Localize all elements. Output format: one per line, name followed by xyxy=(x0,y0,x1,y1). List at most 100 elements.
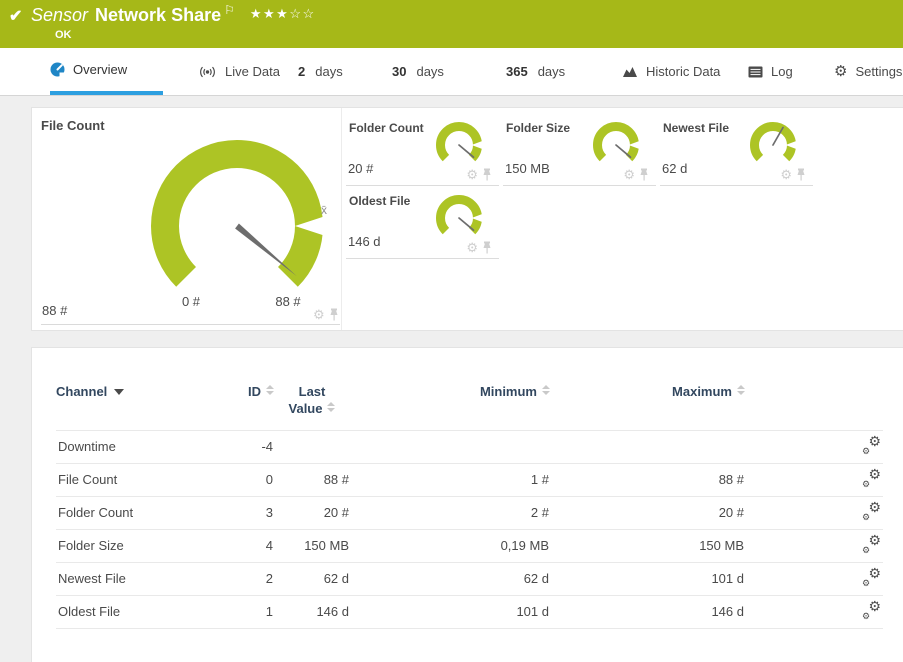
tab-365-days[interactable]: 365 days xyxy=(506,48,565,95)
channel-id: 2 xyxy=(241,562,274,595)
sort-icon xyxy=(266,385,274,395)
column-header-last-value[interactable]: Last Value xyxy=(274,384,350,430)
tab-label: Settings xyxy=(855,64,902,79)
tab-label: Historic Data xyxy=(646,64,720,79)
channel-settings-icon[interactable]: ⚙⚙ xyxy=(862,503,881,520)
column-label: Last xyxy=(299,384,326,399)
small-gauges-grid: Folder Count 20 # ⚙ Folder Size 150 MB xyxy=(342,108,903,330)
sort-desc-icon xyxy=(114,389,124,395)
sort-icon xyxy=(327,402,335,412)
channel-name: File Count xyxy=(56,463,241,496)
gauge-current-value: 62 d xyxy=(662,161,687,176)
gauge-current-value: 150 MB xyxy=(505,161,550,176)
channel-maximum: 88 # xyxy=(550,463,745,496)
channel-minimum: 1 # xyxy=(350,463,550,496)
gauge-title: File Count xyxy=(41,118,105,133)
file-count-gauge-dial xyxy=(132,121,342,293)
gear-icon: ⚙ xyxy=(868,500,881,514)
gauge-settings-gear-icon[interactable]: ⚙ xyxy=(780,168,792,181)
gauge-title: Folder Size xyxy=(506,121,570,135)
pin-icon[interactable] xyxy=(482,168,492,181)
pin-icon[interactable] xyxy=(639,168,649,181)
log-list-icon xyxy=(748,66,763,78)
channel-last-value: 20 # xyxy=(274,496,350,529)
flag-icon[interactable]: ⚐ xyxy=(224,3,235,17)
tab-log[interactable]: Log xyxy=(748,48,793,95)
tab-number: 365 xyxy=(506,64,528,79)
channel-last-value: 150 MB xyxy=(274,529,350,562)
column-header-channel[interactable]: Channel xyxy=(56,384,241,430)
gear-icon: ⚙ xyxy=(834,64,847,79)
pin-icon[interactable] xyxy=(329,308,339,321)
tab-overview[interactable]: Overview xyxy=(50,48,163,95)
stars-empty: ☆☆ xyxy=(289,6,315,21)
gauge-scale-min: 0 # xyxy=(169,294,213,309)
tab-historic-data[interactable]: Historic Data xyxy=(622,48,720,95)
gear-icon-small: ⚙ xyxy=(862,513,870,522)
oldest-file-gauge-dial xyxy=(433,192,485,244)
column-label: Value xyxy=(289,401,323,416)
sensor-status-text: OK xyxy=(55,29,72,41)
channel-id: 3 xyxy=(241,496,274,529)
table-row-folder-size: Folder Size 4 150 MB 0,19 MB 150 MB ⚙⚙ xyxy=(56,529,883,562)
gauge-settings-gear-icon[interactable]: ⚙ xyxy=(623,168,635,181)
channel-maximum: 101 d xyxy=(550,562,745,595)
channel-name: Newest File xyxy=(56,562,241,595)
tab-label: Live Data xyxy=(225,64,280,79)
sort-icon xyxy=(737,385,745,395)
channel-id: -4 xyxy=(241,430,274,463)
gauge-settings-gear-icon[interactable]: ⚙ xyxy=(466,241,478,254)
pin-icon[interactable] xyxy=(796,168,806,181)
column-header-maximum[interactable]: Maximum xyxy=(550,384,745,430)
tab-label: days xyxy=(416,64,443,79)
gear-icon-small: ⚙ xyxy=(862,579,870,588)
sensor-type-label: Sensor xyxy=(31,5,88,25)
channels-table: Channel ID Last Value Minimum Maximum xyxy=(56,384,883,629)
gauges-panel: File Count x̄ 0 # 88 # 88 # ⚙ Folder Cou… xyxy=(31,107,903,331)
pin-icon[interactable] xyxy=(482,241,492,254)
column-label: Minimum xyxy=(480,384,537,399)
table-row-newest-file: Newest File 2 62 d 62 d 101 d ⚙⚙ xyxy=(56,562,883,595)
channel-minimum: 2 # xyxy=(350,496,550,529)
priority-stars[interactable]: ★★★☆☆ xyxy=(250,6,316,21)
channel-settings-icon[interactable]: ⚙⚙ xyxy=(862,470,881,487)
gauge-settings-gear-icon[interactable]: ⚙ xyxy=(466,168,478,181)
channel-last-value: 146 d xyxy=(274,595,350,628)
gear-icon-small: ⚙ xyxy=(862,546,870,555)
tab-number: 30 xyxy=(392,64,406,79)
gear-icon: ⚙ xyxy=(868,533,881,547)
gauge-settings-gear-icon[interactable]: ⚙ xyxy=(313,308,325,321)
tab-30-days[interactable]: 30 days xyxy=(392,48,444,95)
channel-name: Folder Count xyxy=(56,496,241,529)
gauge-title: Newest File xyxy=(663,121,729,135)
gauge-scale-max: 88 # xyxy=(266,294,310,309)
tab-label: Overview xyxy=(73,62,127,77)
tab-number: 2 xyxy=(298,64,305,79)
gear-icon-small: ⚙ xyxy=(862,480,870,489)
channel-settings-icon[interactable]: ⚙⚙ xyxy=(862,536,881,553)
divider xyxy=(41,324,340,325)
table-row-downtime: Downtime -4 ⚙⚙ xyxy=(56,430,883,463)
table-row-folder-count: Folder Count 3 20 # 2 # 20 # ⚙⚙ xyxy=(56,496,883,529)
gauge-folder-count: Folder Count 20 # ⚙ xyxy=(346,113,499,186)
channel-id: 0 xyxy=(241,463,274,496)
gear-icon-small: ⚙ xyxy=(862,612,870,621)
channel-settings-icon[interactable]: ⚙⚙ xyxy=(862,602,881,619)
tab-live-data[interactable]: Live Data xyxy=(198,48,280,95)
sensor-name[interactable]: Network Share xyxy=(95,5,221,25)
tab-label: days xyxy=(315,64,342,79)
tab-2-days[interactable]: 2 days xyxy=(298,48,343,95)
gear-icon: ⚙ xyxy=(868,599,881,613)
folder-size-gauge-dial xyxy=(590,119,642,171)
column-header-id[interactable]: ID xyxy=(241,384,274,430)
table-row-oldest-file: Oldest File 1 146 d 101 d 146 d ⚙⚙ xyxy=(56,595,883,628)
gauge-newest-file: Newest File 62 d ⚙ xyxy=(660,113,813,186)
stars-filled: ★★★ xyxy=(250,6,289,21)
channel-settings-icon[interactable]: ⚙⚙ xyxy=(862,437,881,454)
column-header-minimum[interactable]: Minimum xyxy=(350,384,550,430)
tab-settings[interactable]: ⚙ Settings xyxy=(834,48,902,95)
channel-minimum: 101 d xyxy=(350,595,550,628)
channel-settings-icon[interactable]: ⚙⚙ xyxy=(862,569,881,586)
newest-file-gauge-dial xyxy=(747,119,799,171)
gauge-folder-size: Folder Size 150 MB ⚙ xyxy=(503,113,656,186)
